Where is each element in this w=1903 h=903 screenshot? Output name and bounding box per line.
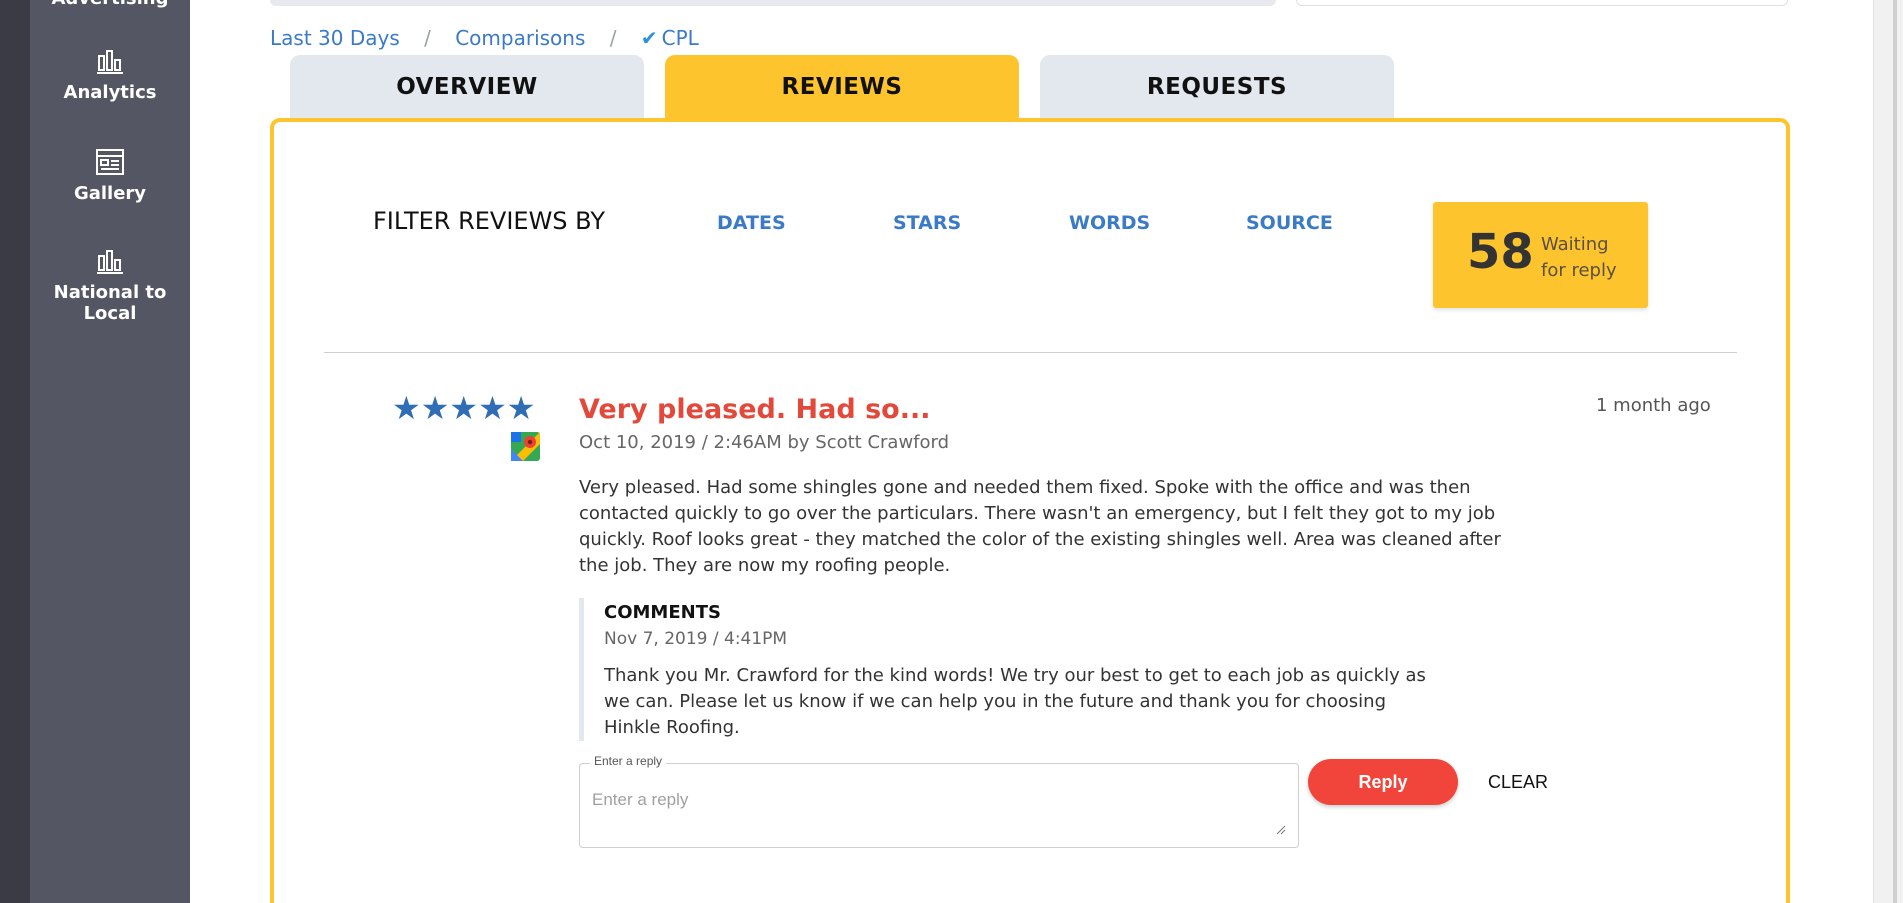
divider	[324, 352, 1737, 353]
top-select-input[interactable]	[1296, 0, 1788, 6]
breadcrumb-item-comparisons[interactable]: Comparisons	[455, 26, 585, 50]
sidebar-item-label: Advertising	[30, 0, 190, 9]
tab-reviews[interactable]: REVIEWS	[665, 55, 1019, 119]
clear-button[interactable]: CLEAR	[1488, 772, 1548, 793]
breadcrumb-item-last-30-days[interactable]: Last 30 Days	[270, 26, 400, 50]
review-meta: Oct 10, 2019 / 2:46AM by Scott Crawford	[579, 432, 950, 453]
comments-title: COMMENTS	[604, 602, 721, 623]
breadcrumb-separator: /	[609, 26, 617, 50]
waiting-for-reply-badge[interactable]: 58 Waiting for reply	[1433, 202, 1648, 308]
scrollbar-thumb[interactable]	[1893, 0, 1897, 903]
waiting-count: 58	[1467, 224, 1534, 280]
sidebar-item-analytics[interactable]: Analytics	[30, 46, 190, 103]
review-age: 1 month ago	[1596, 395, 1711, 416]
waiting-label-line2: for reply	[1541, 260, 1617, 281]
breadcrumb: Last 30 Days / Comparisons / ✔ CPL	[270, 26, 699, 50]
filter-words[interactable]: WORDS	[1069, 212, 1150, 234]
sidebar-item-label: Gallery	[73, 183, 147, 204]
gallery-icon	[96, 149, 124, 175]
waiting-label: Waiting for reply	[1541, 232, 1617, 284]
filter-stars[interactable]: STARS	[893, 212, 961, 234]
sidebar-item-advertising[interactable]: Advertising	[30, 0, 190, 9]
sidebar-item-label: National to Local	[53, 282, 167, 324]
google-maps-icon	[511, 432, 540, 461]
tab-overview[interactable]: OVERVIEW	[290, 55, 644, 119]
filter-title: FILTER REVIEWS BY	[373, 207, 605, 235]
bar-chart-icon	[97, 250, 123, 274]
sidebar-item-gallery[interactable]: Gallery	[30, 147, 190, 204]
left-edge-strip	[0, 0, 30, 903]
sidebar-item-label: Analytics	[63, 82, 157, 103]
star-rating: ★★★★★	[392, 389, 536, 427]
filter-dates[interactable]: DATES	[717, 212, 786, 234]
comments-block: COMMENTS Nov 7, 2019 / 4:41PM Thank you …	[579, 598, 1429, 741]
bar-chart-icon	[97, 50, 123, 74]
breadcrumb-item-cpl[interactable]: CPL	[662, 26, 699, 50]
resize-grip-icon[interactable]	[1276, 825, 1286, 835]
check-icon: ✔	[640, 26, 658, 50]
review-body: Very pleased. Had some shingles gone and…	[579, 477, 1501, 576]
reply-button[interactable]: Reply	[1308, 759, 1458, 805]
waiting-label-line1: Waiting	[1541, 234, 1609, 255]
comments-date: Nov 7, 2019 / 4:41PM	[604, 629, 788, 649]
sidebar: Advertising Analytics Gallery National t…	[30, 0, 190, 903]
comments-body: Thank you Mr. Crawford for the kind word…	[604, 665, 1426, 738]
reply-field-wrapper: Enter a reply	[579, 754, 1299, 848]
review-title[interactable]: Very pleased. Had so...	[579, 394, 930, 425]
tab-requests[interactable]: REQUESTS	[1040, 55, 1394, 119]
filter-source[interactable]: SOURCE	[1246, 212, 1333, 234]
top-search-input[interactable]	[270, 0, 1276, 6]
sidebar-item-national-to-local[interactable]: National to Local	[30, 246, 190, 324]
reply-input[interactable]	[580, 764, 1298, 847]
vertical-scrollbar[interactable]	[1873, 0, 1903, 903]
breadcrumb-separator: /	[424, 26, 431, 50]
